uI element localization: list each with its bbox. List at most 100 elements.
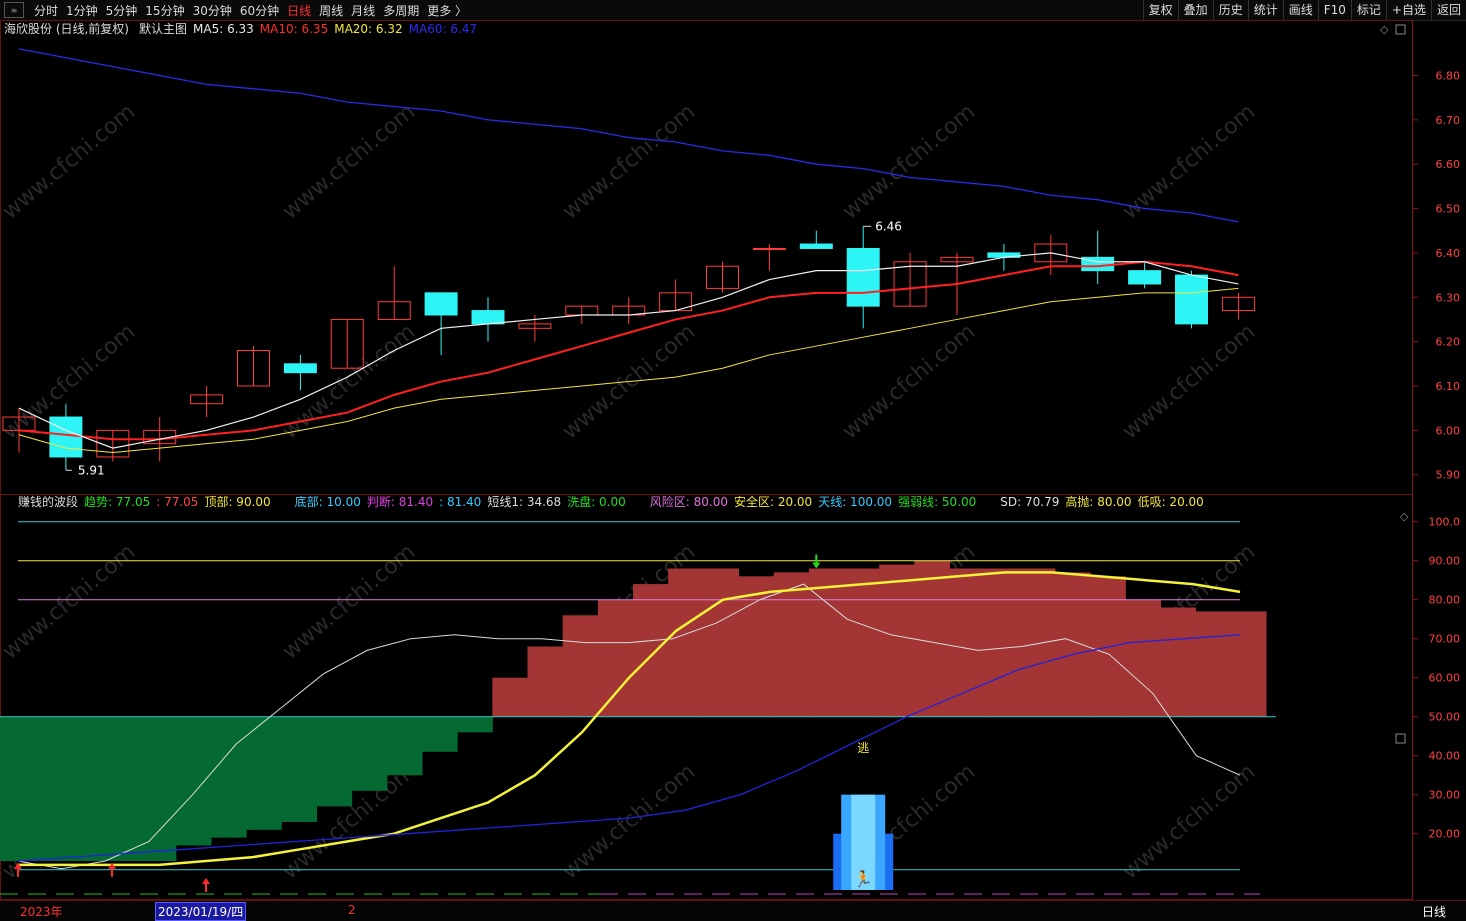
period-tab-5[interactable]: 60分钟 <box>236 2 283 19</box>
low-label: 5.91 <box>78 463 105 477</box>
watermark-11: www.cfchi.com <box>278 539 420 664</box>
indicator-diamond-icon: ◇ <box>1400 510 1409 523</box>
toolbar-button-2[interactable]: 历史 <box>1212 0 1248 20</box>
period-tabs: 分时 1分钟 5分钟 15分钟 30分钟 60分钟 日线 周线 月线 多周期 更多 〉 <box>30 2 471 19</box>
price-tick-4: 6.40 <box>1436 247 1461 260</box>
tool-buttons: 复权 叠加 历史 统计 画线 F10 标记 +自选 返回 <box>1142 0 1466 20</box>
bear-step-13 <box>457 716 493 733</box>
candle-body-16 <box>752 247 786 250</box>
period-tab-0[interactable]: 分时 <box>30 2 62 19</box>
window-icon <box>1395 24 1406 35</box>
watermark-6: www.cfchi.com <box>278 319 420 444</box>
bull-step-26 <box>914 560 950 717</box>
price-tick-8: 6.00 <box>1436 424 1461 437</box>
bear-step-2 <box>70 716 106 861</box>
toolbar-button-7[interactable]: +自选 <box>1385 0 1431 20</box>
toolbar-button-1[interactable]: 叠加 <box>1177 0 1213 20</box>
bull-step-16 <box>562 615 599 717</box>
bear-step-11 <box>386 716 423 776</box>
bull-step-28 <box>984 568 1021 717</box>
bear-step-3 <box>105 716 142 861</box>
indicator-tick-8: 20.00 <box>1429 828 1461 841</box>
bull-step-34 <box>1195 611 1232 717</box>
time-axis-bar: 2023年 2023/01/19/四 2 日线 <box>0 900 1466 921</box>
bear-step-0 <box>0 716 36 861</box>
indicator-tick-2: 80.00 <box>1429 594 1461 607</box>
candle-body-24 <box>1128 270 1162 285</box>
indicator-tick-0: 100.0 <box>1429 516 1461 529</box>
price-tick-1: 6.70 <box>1436 114 1461 127</box>
indicator-tick-6: 40.00 <box>1429 750 1461 763</box>
bull-step-27 <box>949 568 986 717</box>
bull-step-24 <box>844 568 880 717</box>
toolbar-button-4[interactable]: 画线 <box>1282 0 1318 20</box>
indicator-window-icon <box>1395 733 1406 744</box>
toolbar-button-0[interactable]: 复权 <box>1142 0 1178 20</box>
price-tick-5: 6.30 <box>1436 291 1461 304</box>
kline-chart[interactable]: www.cfchi.com www.cfchi.com www.cfchi.com w… <box>0 20 1466 900</box>
bull-step-20 <box>703 568 739 717</box>
main-panel-frame <box>0 20 1413 495</box>
cursor-date: 2023/01/19/四 <box>155 902 247 921</box>
buy-arrow-2 <box>202 878 210 892</box>
bull-step-14 <box>492 677 528 717</box>
bear-step-8 <box>281 716 317 822</box>
bull-step-18 <box>633 584 669 717</box>
bull-step-32 <box>1125 599 1161 717</box>
price-tick-3: 6.50 <box>1436 203 1461 216</box>
bear-step-6 <box>211 716 247 838</box>
bear-step-1 <box>35 716 71 861</box>
indicator-tick-5: 50.00 <box>1429 711 1461 724</box>
bull-step-23 <box>808 568 845 717</box>
bear-step-10 <box>351 716 388 791</box>
bear-step-12 <box>422 716 458 752</box>
price-tick-2: 6.60 <box>1436 158 1461 171</box>
watermark-19: www.cfchi.com <box>1118 759 1260 884</box>
period-tab-3[interactable]: 15分钟 <box>141 2 188 19</box>
indicator-tick-7: 30.00 <box>1429 789 1461 802</box>
period-tab-6[interactable]: 日线 <box>283 2 315 19</box>
bull-step-25 <box>879 564 915 717</box>
indicator-tick-4: 60.00 <box>1429 672 1461 685</box>
sell-arrow <box>812 554 821 569</box>
watermark-3: www.cfchi.com <box>838 99 980 224</box>
marker-label: 2 <box>348 903 356 917</box>
ma10-line <box>18 260 1239 441</box>
toolbar-button-6[interactable]: 标记 <box>1350 0 1386 20</box>
bull-step-35 <box>1230 611 1267 717</box>
period-tab-1[interactable]: 1分钟 <box>62 2 102 19</box>
candle-body-25 <box>1175 274 1208 325</box>
watermark-10: www.cfchi.com <box>0 539 140 664</box>
period-tab-4[interactable]: 30分钟 <box>189 2 236 19</box>
toolbar-button-5[interactable]: F10 <box>1317 0 1351 20</box>
price-tick-6: 6.20 <box>1436 336 1461 349</box>
candle-body-17 <box>799 243 833 249</box>
bear-step-5 <box>175 716 212 846</box>
ma5-line <box>18 252 1239 449</box>
watermark-0: www.cfchi.com <box>0 99 140 224</box>
ma60-line <box>18 48 1239 223</box>
period-tab-2[interactable]: 5分钟 <box>102 2 142 19</box>
top-toolbar: ≡ 分时 1分钟 5分钟 15分钟 30分钟 60分钟 日线 周线 月线 多周期 更多 〉 复权 叠加… <box>0 0 1466 21</box>
watermark-1: www.cfchi.com <box>278 99 420 224</box>
period-tab-9[interactable]: 多周期 <box>379 2 423 19</box>
period-tab-10[interactable]: 更多 〉 <box>423 2 471 19</box>
bull-step-29 <box>1019 568 1056 717</box>
price-tick-0: 6.80 <box>1436 69 1461 82</box>
period-tab-7[interactable]: 周线 <box>315 2 347 19</box>
bull-step-17 <box>597 599 634 717</box>
bull-step-19 <box>668 568 704 717</box>
price-tick-7: 6.10 <box>1436 380 1461 393</box>
bull-step-15 <box>527 646 564 717</box>
bear-step-7 <box>246 716 282 830</box>
bear-step-9 <box>316 716 353 807</box>
toolbar-button-8[interactable]: 返回 <box>1430 0 1466 20</box>
candle-body-6 <box>283 363 317 374</box>
menu-icon[interactable]: ≡ <box>4 2 24 18</box>
period-label[interactable]: 日线 <box>1422 903 1446 920</box>
runner-icon: 🏃 <box>853 869 873 888</box>
high-label: 6.46 <box>875 219 902 233</box>
indicator-tick-3: 70.00 <box>1429 633 1461 646</box>
period-tab-8[interactable]: 月线 <box>347 2 379 19</box>
toolbar-button-3[interactable]: 统计 <box>1247 0 1283 20</box>
